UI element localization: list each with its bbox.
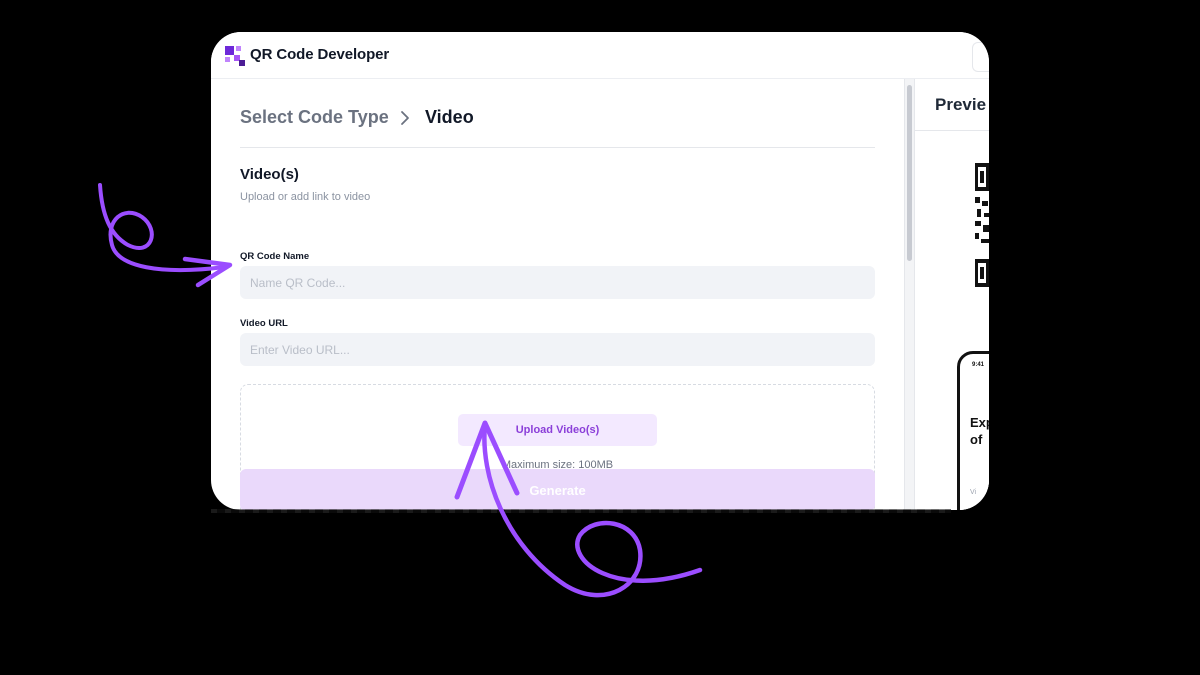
qr-logo-icon — [225, 46, 245, 66]
qr-code-name-input[interactable] — [240, 266, 875, 299]
annotation-arrow-up-icon — [454, 420, 703, 598]
preview-divider — [915, 130, 989, 131]
phone-time: 9:41 — [972, 362, 985, 368]
preview-panel: Previe 9:41 Exp of Vi — [915, 79, 989, 510]
header-divider — [240, 147, 875, 148]
video-url-input[interactable] — [240, 333, 875, 366]
phone-preview: 9:41 Exp of Vi — [957, 351, 989, 510]
breadcrumb-current-page: Video — [425, 107, 474, 127]
qr-code-name-label: QR Code Name — [240, 251, 310, 262]
section-title: Video(s) — [240, 166, 299, 183]
video-url-label: Video URL — [240, 318, 288, 329]
scrollbar-thumb[interactable] — [907, 85, 912, 261]
qr-code-preview — [975, 163, 989, 287]
phone-title: Exp of — [970, 415, 989, 447]
annotation-arrow-left-icon — [98, 183, 233, 288]
title-bar: QR Code Developer — [211, 32, 989, 79]
phone-footer: Vi — [970, 489, 977, 496]
breadcrumb-select-code-type[interactable]: Select Code Type — [240, 107, 389, 128]
app-title: QR Code Developer — [250, 46, 390, 63]
preview-title: Previe — [935, 95, 987, 114]
main-scrollbar[interactable] — [904, 79, 915, 510]
titlebar-control[interactable] — [972, 42, 989, 72]
section-subtitle: Upload or add link to video — [240, 191, 371, 203]
chevron-right-icon — [401, 111, 409, 125]
